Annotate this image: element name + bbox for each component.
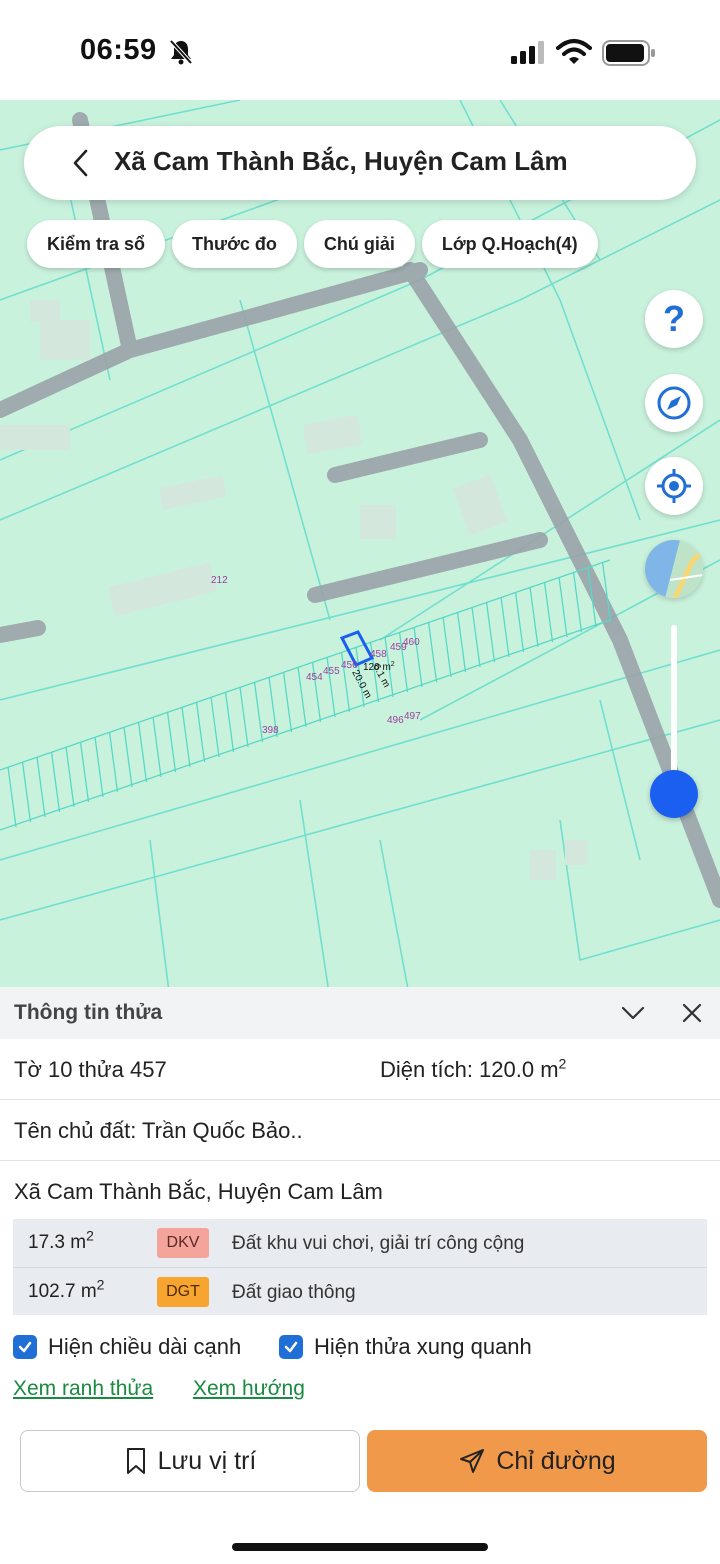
land-use-row: 17.3 m2 DKV Đất khu vui chơi, giải trí c… (13, 1219, 707, 1267)
location-title: Xã Cam Thành Bắc, Huyện Cam Lâm (114, 146, 568, 176)
land-use-area: 102.7 m2 (28, 1276, 105, 1302)
help-button[interactable]: ? (645, 290, 703, 348)
map-tool-chips: Kiểm tra sổ Thước đo Chú giải Lớp Q.Hoạc… (27, 220, 598, 268)
parcel-label: 496 (387, 715, 404, 726)
parcel-info-sheet: Thông tin thửa Tờ 10 thửa 457 Diện tích:… (0, 987, 720, 1564)
directions-button[interactable]: Chỉ đường (367, 1430, 707, 1492)
location-search-bar[interactable]: Xã Cam Thành Bắc, Huyện Cam Lâm (24, 126, 696, 200)
back-chevron-icon[interactable] (68, 146, 96, 180)
parcel-area: Diện tích: 120.0 m2 (380, 1055, 567, 1082)
owner-row: Tên chủ đất: Trần Quốc Bảo.. (0, 1100, 720, 1161)
parcel-label: 497 (404, 711, 421, 722)
battery-icon (602, 40, 655, 66)
land-use-row: 102.7 m2 DGT Đất giao thông (13, 1267, 707, 1315)
legend-chip[interactable]: Chú giải (303, 220, 415, 268)
crosshair-icon (657, 469, 691, 503)
land-use-table: 17.3 m2 DKV Đất khu vui chơi, giải trí c… (13, 1219, 707, 1315)
land-use-area: 17.3 m2 (28, 1227, 94, 1253)
land-use-code-badge: DKV (157, 1228, 209, 1258)
land-use-description: Đất giao thông (232, 1282, 356, 1303)
zoom-slider-handle[interactable] (650, 770, 698, 818)
parcel-label: 454 (306, 672, 323, 683)
land-use-code-badge: DGT (157, 1277, 209, 1307)
directions-label: Chỉ đường (496, 1446, 616, 1475)
question-mark-icon: ? (663, 298, 685, 339)
navigation-arrow-icon (460, 1449, 485, 1473)
bell-off-icon (169, 39, 193, 65)
parcel-label: 398 (262, 725, 279, 736)
show-edge-length-toggle[interactable]: Hiện chiều dài cạnh (13, 1334, 241, 1360)
compass-icon (657, 386, 691, 420)
owner-name: Tên chủ đất: Trần Quốc Bảo.. (14, 1118, 303, 1143)
checkmark-icon (18, 1341, 32, 1353)
wifi-icon (556, 39, 592, 64)
parcel-address: Xã Cam Thành Bắc, Huyện Cam Lâm (14, 1179, 383, 1204)
checkbox-checked[interactable] (279, 1335, 303, 1359)
parcel-label: 460 (403, 637, 420, 648)
map-layer-icon (645, 540, 703, 598)
checkmark-icon (284, 1341, 298, 1353)
home-indicator (232, 1543, 488, 1551)
view-boundary-link[interactable]: Xem ranh thửa (13, 1377, 153, 1401)
cellular-signal-icon (511, 41, 544, 64)
compass-button[interactable] (645, 374, 703, 432)
measure-chip[interactable]: Thước đo (172, 220, 297, 268)
sheet-header: Thông tin thửa (0, 987, 720, 1039)
checkbox-label: Hiện chiều dài cạnh (48, 1334, 242, 1359)
parcel-label: 455 (323, 666, 340, 677)
view-direction-link[interactable]: Xem hướng (193, 1377, 305, 1401)
save-location-label: Lưu vị trí (157, 1446, 257, 1475)
sheet-title: Thông tin thửa (14, 1001, 163, 1024)
address-row: Xã Cam Thành Bắc, Huyện Cam Lâm (0, 1161, 720, 1222)
chevron-down-icon[interactable] (620, 1001, 646, 1025)
land-use-description: Đất khu vui chơi, giải trí công cộng (232, 1233, 525, 1254)
status-time: 06:59 (80, 34, 157, 66)
parcel-label: 212 (211, 575, 228, 586)
parcel-id: Tờ 10 thửa 457 (14, 1057, 167, 1082)
my-location-button[interactable] (645, 457, 703, 515)
parcel-label: 458 (370, 649, 387, 660)
save-location-button[interactable]: Lưu vị trí (20, 1430, 360, 1492)
check-certificate-chip[interactable]: Kiểm tra sổ (27, 220, 166, 268)
bookmark-icon (126, 1448, 145, 1474)
basemap-toggle[interactable] (645, 540, 703, 598)
show-neighbor-parcels-toggle[interactable]: Hiện thửa xung quanh (279, 1334, 532, 1360)
status-bar: 06:59 (0, 0, 720, 100)
checkbox-label: Hiện thửa xung quanh (314, 1334, 532, 1359)
parcel-summary-row: Tờ 10 thửa 457 Diện tích: 120.0 m2 (0, 1039, 720, 1100)
checkbox-checked[interactable] (13, 1335, 37, 1359)
close-icon[interactable] (680, 1001, 704, 1025)
planning-layer-chip[interactable]: Lớp Q.Hoạch(4) (421, 220, 598, 268)
